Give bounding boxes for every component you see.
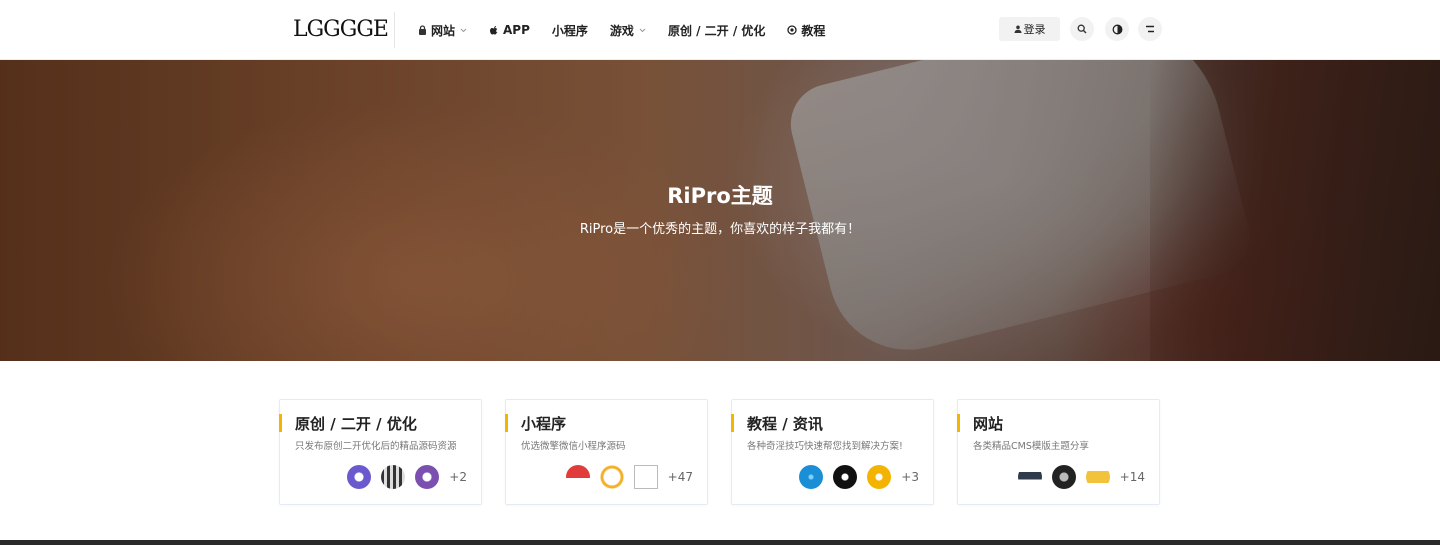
card-title: 网站 [973,415,1004,433]
header-divider [394,12,395,48]
card-title: 教程 / 资讯 [747,415,823,433]
thumbnail[interactable] [833,465,858,489]
chevron-down-icon [639,28,646,33]
card-description: 各类精品CMS模版主题分享 [973,441,1089,452]
card-description: 只发布原创二开优化后的精品源码资源 [295,441,457,452]
nav-label: APP [503,23,530,37]
thumbnail[interactable] [799,465,824,489]
more-count: +47 [667,470,693,484]
nav-label: 小程序 [551,23,588,38]
login-label: 登录 [1023,23,1046,36]
category-card-original[interactable]: 原创 / 二开 / 优化 只发布原创二开优化后的精品源码资源 +2 [279,399,482,505]
nav-item-miniprogram[interactable]: 小程序 [552,22,588,39]
thumbnail[interactable] [1017,465,1042,489]
footer-edge [0,540,1440,545]
card-accent-bar [731,414,734,432]
lock-icon [418,25,427,35]
thumbnail[interactable] [565,465,590,489]
menu-icon [1145,25,1155,33]
menu-button[interactable] [1138,17,1162,41]
card-thumbnails: +2 [337,465,467,489]
nav-label: 教程 [801,23,826,38]
card-title: 原创 / 二开 / 优化 [295,415,417,433]
hero-subtitle: RiPro是一个优秀的主题，你喜欢的样子我都有！ [579,222,861,237]
card-thumbnails: +3 [789,465,919,489]
card-accent-bar [957,414,960,432]
site-header: LGGGGE 网站 APP 小程序 游戏 原创 / 二开 / 优化 教程 登录 [0,0,1440,60]
main-nav: 网站 APP 小程序 游戏 原创 / 二开 / 优化 教程 [418,0,847,60]
chevron-down-icon [460,28,467,33]
contrast-icon [1112,24,1123,35]
search-button[interactable] [1070,17,1094,41]
more-count: +2 [449,470,467,484]
nav-item-original[interactable]: 原创 / 二开 / 优化 [668,22,765,39]
card-description: 各种奇淫技巧快速帮您找到解决方案! [747,441,903,452]
site-logo[interactable]: LGGGGE [293,17,389,42]
thumbnail[interactable] [1085,465,1110,489]
thumbnail[interactable] [415,465,440,489]
category-card-miniprogram[interactable]: 小程序 优选微擎微信小程序源码 +47 [505,399,708,505]
card-description: 优选微擎微信小程序源码 [521,441,626,452]
card-title: 小程序 [521,415,567,433]
more-count: +3 [901,470,919,484]
category-card-tutorials[interactable]: 教程 / 资讯 各种奇淫技巧快速帮您找到解决方案! +3 [731,399,934,505]
nav-item-tutorial[interactable]: 教程 [787,22,825,39]
hero-banner: RiPro主题 RiPro是一个优秀的主题，你喜欢的样子我都有！ [0,60,1440,361]
card-thumbnails: +14 [1008,465,1145,489]
thumbnail[interactable] [867,465,892,489]
apple-icon [489,25,499,36]
user-icon [1014,25,1022,33]
nav-item-website[interactable]: 网站 [418,22,467,39]
card-accent-bar [505,414,508,432]
card-accent-bar [279,414,282,432]
more-count: +14 [1119,470,1145,484]
nav-label: 原创 / 二开 / 优化 [667,23,766,38]
hero-title: RiPro主题 [667,184,773,208]
thumbnail[interactable] [599,465,624,489]
nav-label: 游戏 [609,23,634,38]
thumbnail[interactable] [347,465,372,489]
card-thumbnails: +47 [556,465,693,489]
nav-item-games[interactable]: 游戏 [610,22,646,39]
category-card-websites[interactable]: 网站 各类精品CMS模版主题分享 +14 [957,399,1160,505]
hero-overlay [0,60,1440,361]
search-icon [1077,24,1087,34]
circle-dot-icon [787,25,798,35]
broken-image-thumbnail[interactable] [633,465,658,489]
thumbnail[interactable] [1051,465,1076,489]
theme-toggle-button[interactable] [1105,17,1129,41]
nav-label: 网站 [431,23,456,38]
login-button[interactable]: 登录 [999,17,1060,41]
thumbnail[interactable] [381,465,406,489]
nav-item-app[interactable]: APP [489,23,530,37]
